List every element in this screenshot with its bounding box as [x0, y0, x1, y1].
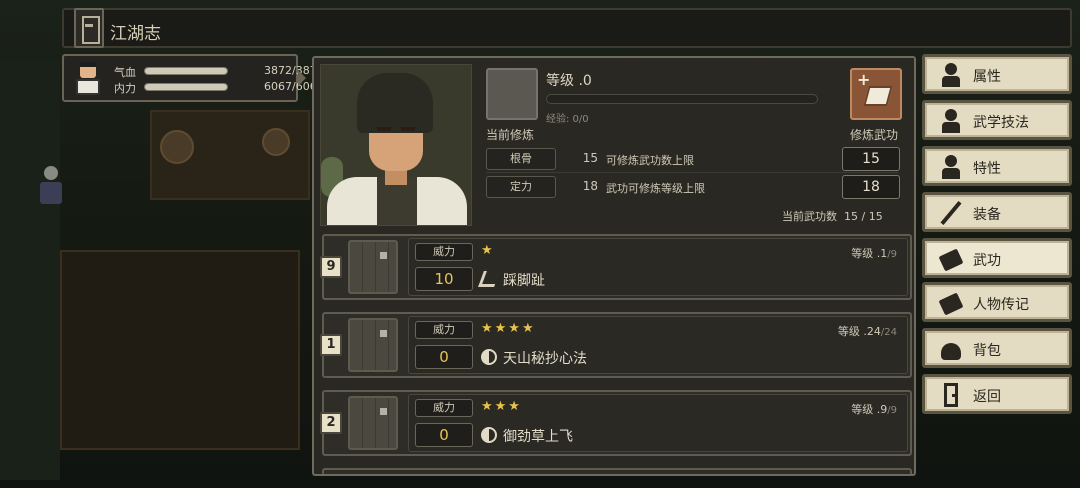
skill-level: 等级 .24/24 [837, 325, 897, 338]
menu-label: 装备 [973, 207, 1001, 223]
person-icon [939, 63, 963, 87]
menu-label: 武功 [973, 253, 1001, 269]
character-status-box[interactable]: 气血 3872/3872 内力 6067/6067 [62, 54, 324, 102]
attribute-limit: 15 [842, 147, 900, 171]
menu-martial-techniques-button[interactable]: 武学技法 [922, 100, 1072, 140]
menu-label: 特性 [973, 161, 1001, 177]
attribute-value: 15 [582, 151, 598, 165]
practice-level: 等级 .0 [546, 73, 592, 89]
star-rating: ★★★★ [481, 321, 536, 336]
power-value: 0 [415, 345, 473, 369]
power-label: 威力 [415, 399, 473, 417]
skill-count-value: 15 / 15 [844, 210, 883, 223]
skill-name: 天山秘抄心法 [503, 351, 587, 367]
window-title: 江湖志 [110, 24, 161, 44]
current-practice-label: 当前修炼 [486, 128, 535, 142]
skill-item[interactable]: 9 威力 10 ★ 等级 .1/9 踩脚趾 [320, 234, 912, 300]
skill-count: 当前武功数 15 / 15 [782, 208, 883, 224]
experience-bar [546, 94, 818, 104]
attribute-value: 18 [582, 179, 598, 193]
journal-book-icon [74, 8, 104, 48]
attribute-key: 根骨 [486, 148, 556, 170]
skill-index: 2 [320, 412, 342, 434]
npc-sprite[interactable] [38, 166, 64, 206]
menu-traits-button[interactable]: 特性 [922, 146, 1072, 186]
skill-grid-icon [348, 396, 398, 450]
menu-biography-button[interactable]: 人物传记 [922, 282, 1072, 322]
menu-inventory-button[interactable]: 背包 [922, 328, 1072, 368]
sword-icon [939, 200, 963, 226]
character-avatar [70, 60, 106, 98]
skill-item[interactable]: 2 威力 0 ★★★ 等级 .9/9 御劲草上飞 [320, 390, 912, 456]
attribute-desc: 武功可修炼等级上限 [606, 182, 705, 195]
attribute-row-gengu: 根骨 15 可修炼武功数上限 15 [486, 147, 900, 171]
yinyang-icon [481, 427, 497, 443]
martial-arts-panel: 当前修炼 等级 .0 经验: 0/0 + 修炼武功 根骨 15 可修炼武功数上限… [312, 56, 916, 476]
book-icon [863, 86, 893, 106]
menu-label: 人物传记 [973, 297, 1029, 313]
mp-label: 内力 [114, 82, 136, 95]
practice-skill-label: 修炼武功 [850, 128, 899, 142]
skill-item-partial[interactable] [322, 468, 912, 474]
skill-grid-icon [348, 318, 398, 372]
hp-bar [144, 67, 228, 75]
power-value: 0 [415, 423, 473, 447]
menu-label: 属性 [973, 69, 1001, 85]
menu-equipment-button[interactable]: 装备 [922, 192, 1072, 232]
power-label: 威力 [415, 321, 473, 339]
skill-level: 等级 .1/9 [851, 247, 897, 260]
attribute-limit: 18 [842, 175, 900, 199]
menu-label: 武学技法 [973, 115, 1029, 131]
power-label: 威力 [415, 243, 473, 261]
title-bar: 江湖志 [62, 8, 1072, 48]
skill-count-label: 当前武功数 [782, 210, 837, 223]
attribute-key: 定力 [486, 176, 556, 198]
book-icon [938, 247, 964, 272]
menu-label: 背包 [973, 343, 1001, 359]
yinyang-icon [481, 349, 497, 365]
practice-skill-button[interactable]: + [850, 68, 902, 120]
skill-name: 踩脚趾 [503, 273, 545, 289]
menu-martial-arts-button[interactable]: 武功 [922, 238, 1072, 278]
current-practice-slot[interactable] [486, 68, 538, 120]
book-icon [938, 291, 964, 316]
power-value: 10 [415, 267, 473, 291]
skill-grid-icon [348, 240, 398, 294]
star-rating: ★ [481, 243, 495, 258]
mp-bar [144, 83, 228, 91]
menu-back-button[interactable]: 返回 [922, 374, 1072, 414]
hp-label: 气血 [114, 66, 136, 79]
experience-text: 经验: 0/0 [546, 114, 589, 125]
character-portrait [320, 64, 472, 226]
menu-label: 返回 [973, 389, 1001, 405]
bag-icon [939, 337, 963, 361]
menu-attributes-button[interactable]: 属性 [922, 54, 1072, 94]
skill-item[interactable]: 1 威力 0 ★★★★ 等级 .24/24 天山秘抄心法 [320, 312, 912, 378]
attribute-desc: 可修炼武功数上限 [606, 154, 694, 167]
person-icon [939, 155, 963, 179]
door-icon [939, 383, 963, 407]
person-icon [939, 109, 963, 133]
skill-index: 9 [320, 256, 342, 278]
skill-index: 1 [320, 334, 342, 356]
kick-icon [478, 271, 500, 287]
skill-level: 等级 .9/9 [851, 403, 897, 416]
skill-name: 御劲草上飞 [503, 429, 573, 445]
star-rating: ★★★ [481, 399, 522, 414]
attribute-row-dingli: 定力 18 武功可修炼等级上限 18 [486, 175, 900, 199]
